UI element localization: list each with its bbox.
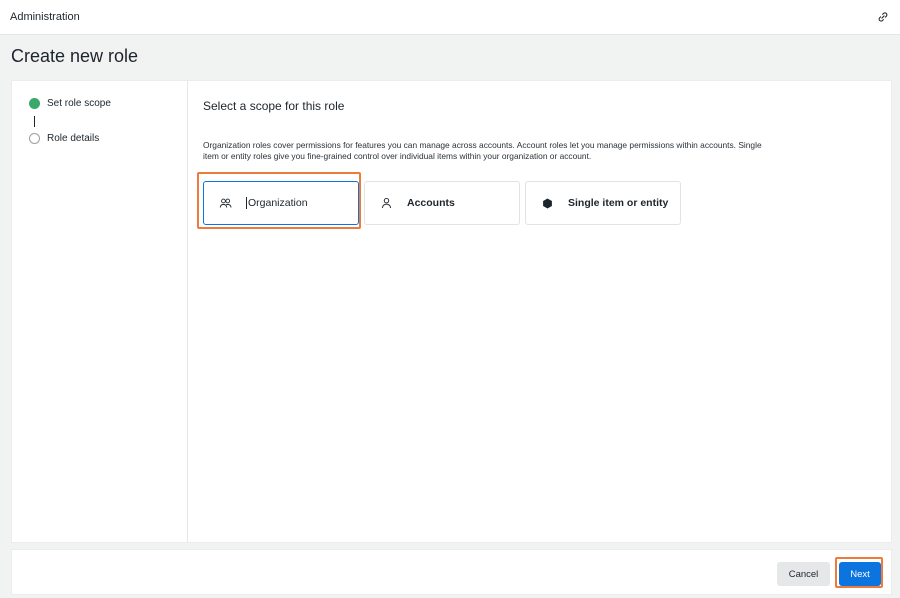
- hexagon-icon: [540, 196, 554, 210]
- step-connector: [34, 116, 35, 127]
- link-icon[interactable]: [876, 10, 890, 24]
- wizard-steps: Set role scope Role details: [12, 81, 188, 542]
- cancel-button[interactable]: Cancel: [777, 562, 830, 586]
- user-icon: [379, 196, 393, 210]
- page-title: Create new role: [11, 46, 139, 66]
- scope-option-label: Single item or entity: [568, 197, 669, 209]
- step-label: Role details: [47, 133, 100, 144]
- step-complete-icon: [29, 98, 40, 109]
- step-label: Set role scope: [47, 98, 111, 109]
- step-pending-icon: [29, 133, 40, 144]
- scope-description: Organization roles cover permissions for…: [203, 140, 762, 161]
- scope-option-organization[interactable]: Organization: [203, 181, 359, 225]
- top-bar: Administration: [0, 0, 900, 35]
- text-caret: [246, 197, 247, 209]
- section-heading: Select a scope for this role: [203, 99, 345, 113]
- next-button[interactable]: Next: [839, 562, 881, 586]
- scope-option-single-item[interactable]: Single item or entity: [525, 181, 681, 225]
- scope-option-accounts[interactable]: Accounts: [364, 181, 520, 225]
- organization-icon: [218, 196, 232, 210]
- app-title: Administration: [10, 11, 80, 23]
- step-set-role-scope[interactable]: Set role scope: [29, 98, 111, 109]
- scope-content: Select a scope for this role Organizatio…: [203, 81, 891, 542]
- scope-option-label: Accounts: [407, 197, 455, 209]
- scope-option-label: Organization: [248, 197, 308, 209]
- wizard-panel: Set role scope Role details Select a sco…: [11, 80, 892, 543]
- step-role-details[interactable]: Role details: [29, 133, 99, 144]
- wizard-footer: Cancel Next: [11, 549, 892, 595]
